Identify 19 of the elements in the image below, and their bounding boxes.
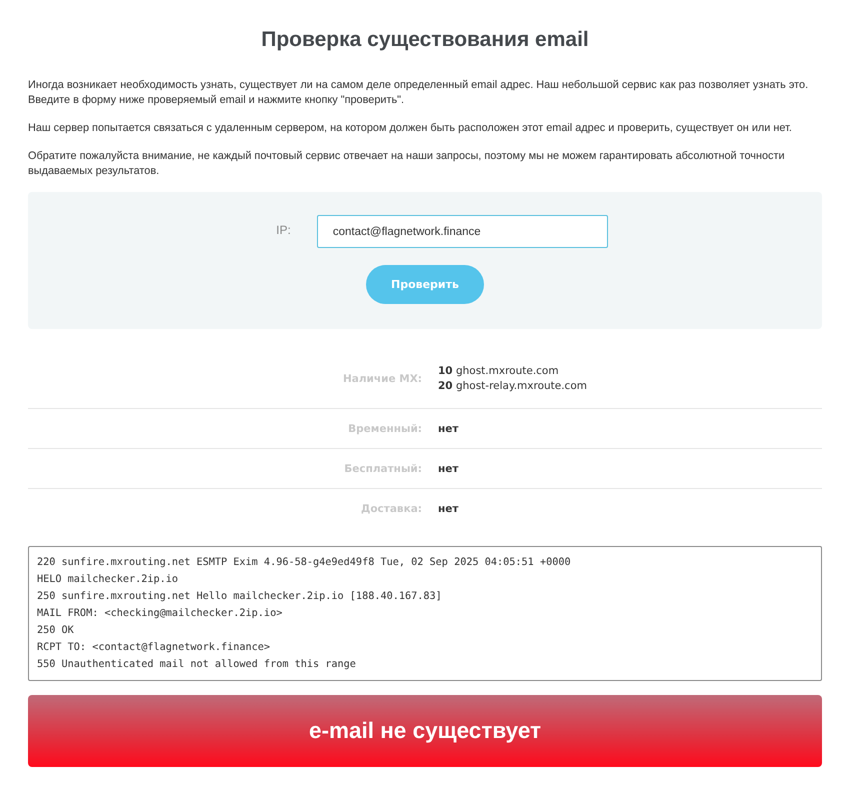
result-banner: e-mail не существует <box>28 695 822 767</box>
log-line: HELO mailchecker.2ip.io <box>37 573 180 587</box>
log-line: 250 sunfire.mxrouting.net Hello mailchecker.2ip.io [188.40.167.83] <box>37 590 443 604</box>
intro-paragraph: Наш сервер попытается связаться с удаленным сервером, на котором должен быть расположен этот email адрес и проверить, существует он или нет. <box>28 121 793 136</box>
check-value: нет <box>438 503 458 515</box>
log-line: 550 Unauthenticated mail not allowed from this range <box>37 658 357 672</box>
page-title: Проверка существования email <box>260 27 590 53</box>
mx-record: 10 ghost.mxroute.com <box>438 364 560 379</box>
mx-record: 20 ghost-relay.mxroute.com <box>438 379 587 394</box>
log-line: 250 OK <box>37 624 75 638</box>
check-value: нет <box>438 462 458 474</box>
log-line: 220 sunfire.mxrouting.net ESMTP Exim 4.96-58-g4e9ed49f8 Tue, 02 Sep 2025 04:05:51 +0000 <box>37 556 572 570</box>
field-label: IP: <box>276 223 291 239</box>
log-line: MAIL FROM: <checking@mailchecker.2ip.io> <box>37 607 284 621</box>
check-value: нет <box>438 422 458 434</box>
log-line: RCPT TO: <contact@flagnetwork.finance> <box>37 641 272 655</box>
email-input-field[interactable]: contact@flagnetwork.finance <box>316 215 608 248</box>
intro-paragraph: Иногда возникает необходимость узнать, существует ли на самом деле определенный email адрес. Наш небольшой сервис как раз позволяет узнать это. Введите в форму ниже проверяемый email и нажмите кнопку "проверить". <box>28 78 810 108</box>
intro-paragraph: Обратите пожалуйста внимание, не каждый почтовый сервис отвечает на наши запросы, поэтому мы не можем гарантировать абсолютной точности выдаваемых результатов. <box>28 149 786 179</box>
